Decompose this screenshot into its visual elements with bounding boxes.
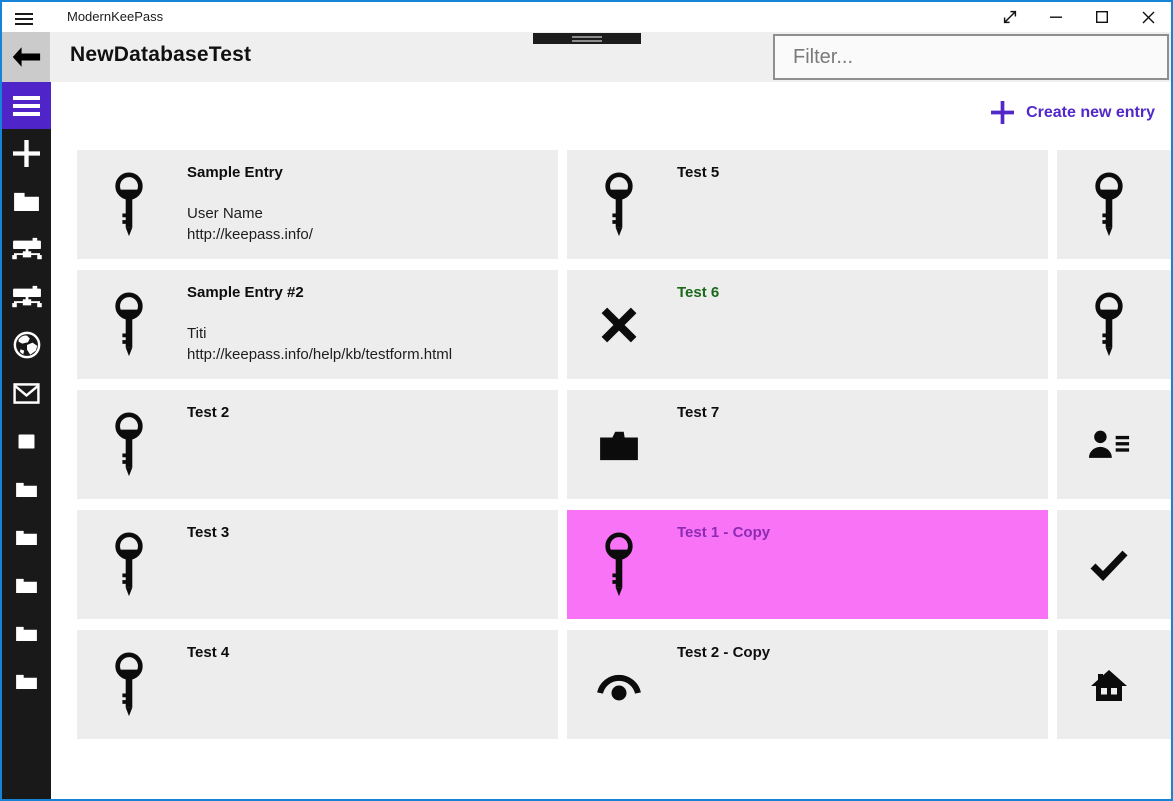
- server-icon: [12, 284, 42, 310]
- entry-title: Test 6: [677, 284, 720, 301]
- entry-card-partial-3[interactable]: [1057, 390, 1171, 499]
- key-icon: [1085, 150, 1133, 259]
- filter-input[interactable]: [773, 34, 1169, 80]
- folder-icon: [15, 673, 38, 690]
- entry-title: Sample Entry: [187, 164, 283, 181]
- entry-column-3: [1057, 150, 1171, 799]
- server-icon: [12, 236, 42, 262]
- maximize-icon: [1096, 11, 1108, 23]
- main-content: Create new entry Sample Entry User Name …: [51, 82, 1171, 799]
- create-new-entry-label: Create new entry: [1026, 103, 1155, 121]
- sidebar-item-menu[interactable]: [2, 82, 51, 129]
- entry-card-test-1-copy-selected[interactable]: Test 1 - Copy: [567, 510, 1048, 619]
- entry-card-partial-1[interactable]: [1057, 150, 1171, 259]
- key-icon: [105, 270, 153, 379]
- entry-column-2: Test 5 Test 6 Test 7 Test 1 - Copy Test …: [567, 150, 1048, 799]
- entry-card-sample-entry-2[interactable]: Sample Entry #2 Titi http://keepass.info…: [77, 270, 558, 379]
- fullscreen-icon: [1003, 10, 1017, 24]
- key-icon: [105, 630, 153, 739]
- entry-title: Test 2 - Copy: [677, 644, 771, 661]
- sidebar-item-entry[interactable]: [2, 417, 51, 465]
- eye-icon: [595, 630, 643, 739]
- entry-title: Test 1 - Copy: [677, 524, 771, 541]
- entry-card-partial-2[interactable]: [1057, 270, 1171, 379]
- app-window: ModernKeePass NewDatabaseTest Filter... …: [0, 0, 1173, 801]
- app-title: ModernKeePass: [67, 9, 164, 24]
- sidebar-item-remote-database-2[interactable]: [2, 273, 51, 321]
- entry-column-1: Sample Entry User Name http://keepass.in…: [77, 150, 558, 799]
- entry-card-test-7[interactable]: Test 7: [567, 390, 1048, 499]
- mail-icon: [13, 383, 40, 404]
- check-icon: [1085, 510, 1133, 619]
- back-button[interactable]: [2, 32, 50, 82]
- entry-card-test-3[interactable]: Test 3: [77, 510, 558, 619]
- sidebar-item-remote-database[interactable]: [2, 225, 51, 273]
- entry-card-sample-entry[interactable]: Sample Entry User Name http://keepass.in…: [77, 150, 558, 259]
- folder-icon: [13, 191, 40, 212]
- folder-icon: [15, 481, 38, 498]
- globe-icon: [13, 331, 41, 359]
- key-icon: [595, 150, 643, 259]
- entry-card-partial-4[interactable]: [1057, 510, 1171, 619]
- close-icon: [1142, 11, 1154, 23]
- sidebar-item-mail[interactable]: [2, 369, 51, 417]
- key-icon: [105, 150, 153, 259]
- entry-card-partial-5[interactable]: [1057, 630, 1171, 739]
- page-header: NewDatabaseTest: [2, 32, 1171, 82]
- sidebar-item-folder[interactable]: [2, 177, 51, 225]
- cross-icon: [595, 270, 643, 379]
- hamburger-icon: [13, 95, 40, 116]
- title-bar: ModernKeePass: [2, 2, 1171, 32]
- toolbar: Create new entry: [51, 82, 1171, 150]
- minimize-button[interactable]: [1033, 2, 1079, 32]
- entry-title: Test 4: [187, 644, 230, 661]
- drag-handle-bar: [533, 33, 641, 44]
- fullscreen-button[interactable]: [987, 2, 1033, 32]
- sidebar-item-group-3[interactable]: [2, 561, 51, 609]
- entry-card-test-5[interactable]: Test 5: [567, 150, 1048, 259]
- entry-grid: Sample Entry User Name http://keepass.in…: [77, 150, 1171, 799]
- minimize-icon: [1050, 16, 1062, 18]
- sidebar-item-group-1[interactable]: [2, 465, 51, 513]
- entry-details: User Name http://keepass.info/: [187, 205, 313, 243]
- contact-list-icon: [1085, 390, 1133, 499]
- entry-title: Test 7: [677, 404, 720, 421]
- home-icon: [1085, 630, 1133, 739]
- entry-title: Test 2: [187, 404, 230, 421]
- folder-icon: [15, 577, 38, 594]
- sidebar-item-group-4[interactable]: [2, 609, 51, 657]
- sidebar-item-web[interactable]: [2, 321, 51, 369]
- key-icon: [105, 390, 153, 499]
- entry-title: Sample Entry #2: [187, 284, 304, 301]
- key-icon: [1085, 270, 1133, 379]
- plus-icon: [13, 140, 40, 167]
- maximize-button[interactable]: [1079, 2, 1125, 32]
- create-new-entry-button[interactable]: Create new entry: [991, 101, 1155, 124]
- sidebar-item-group-2[interactable]: [2, 513, 51, 561]
- folder-icon: [595, 390, 643, 499]
- sidebar-item-group-5[interactable]: [2, 657, 51, 705]
- entry-card-test-4[interactable]: Test 4: [77, 630, 558, 739]
- key-icon: [105, 510, 153, 619]
- folder-icon: [15, 625, 38, 642]
- folder-icon: [15, 529, 38, 546]
- back-arrow-icon: [11, 46, 41, 68]
- entry-card-test-2[interactable]: Test 2: [77, 390, 558, 499]
- close-button[interactable]: [1125, 2, 1171, 32]
- entry-details: Titi http://keepass.info/help/kb/testfor…: [187, 325, 453, 363]
- sidebar-item-add[interactable]: [2, 129, 51, 177]
- entry-card-test-2-copy[interactable]: Test 2 - Copy: [567, 630, 1048, 739]
- database-title: NewDatabaseTest: [70, 43, 252, 66]
- square-icon: [18, 434, 35, 449]
- window-controls: [987, 2, 1171, 32]
- entry-title: Test 3: [187, 524, 230, 541]
- entry-card-test-6[interactable]: Test 6: [567, 270, 1048, 379]
- key-icon: [595, 510, 643, 619]
- titlebar-hamburger-icon[interactable]: [15, 10, 33, 25]
- plus-icon: [991, 101, 1014, 124]
- sidebar: [2, 82, 51, 799]
- entry-title: Test 5: [677, 164, 720, 181]
